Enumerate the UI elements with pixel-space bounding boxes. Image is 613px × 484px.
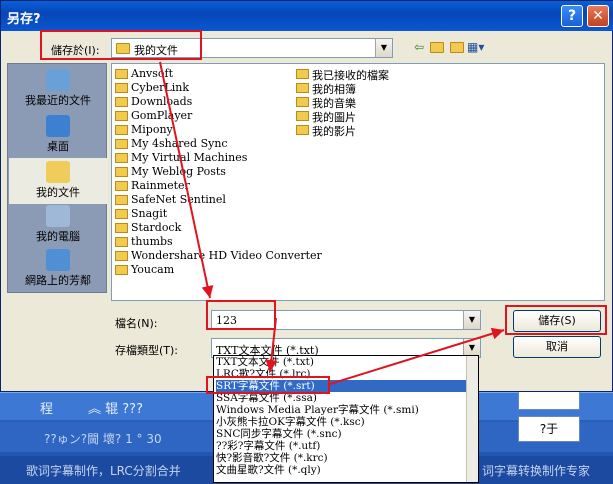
up-folder-icon[interactable]: [429, 39, 445, 55]
folder-icon: [115, 251, 128, 261]
help-button[interactable]: ?: [561, 5, 583, 27]
folder-icon: [296, 69, 309, 79]
options-scrollbar[interactable]: [466, 356, 478, 482]
background-text: ︽ 辊 ???: [88, 402, 143, 417]
filetype-label: 存檔類型(T):: [115, 344, 179, 357]
folder-name: My Virtual Machines: [131, 151, 248, 164]
place-desktop[interactable]: 桌面: [9, 112, 107, 158]
place-label: 網路上的芳鄰: [25, 274, 91, 287]
place-network[interactable]: 網路上的芳鄰: [9, 246, 107, 292]
filetype-option[interactable]: TXT文本文件 (*.txt): [216, 356, 468, 368]
folder-name: GomPlayer: [131, 109, 193, 122]
folder-icon: [115, 153, 128, 163]
annotation-box-save-in: [40, 30, 202, 60]
filetype-option[interactable]: SNC同步字幕文件 (*.snc): [216, 428, 468, 440]
folder-name: Downloads: [131, 95, 193, 108]
filetype-option[interactable]: ??彩?字幕文件 (*.utf): [216, 440, 468, 452]
chevron-down-icon[interactable]: ▼: [463, 311, 480, 329]
folder-icon: [115, 83, 128, 93]
filetype-option[interactable]: 快?影音歌?文件 (*.krc): [216, 452, 468, 464]
folder-name: Stardock: [131, 221, 182, 234]
folder-icon: [115, 167, 128, 177]
videos-folder-icon: [296, 125, 309, 135]
folder-name: Snagit: [131, 207, 168, 220]
place-label: 桌面: [47, 140, 69, 153]
annotation-box-srt: [206, 376, 330, 394]
pictures-folder-icon: [296, 111, 309, 121]
filetype-option[interactable]: 小灰熊卡拉OK字幕文件 (*.ksc): [216, 416, 468, 428]
annotation-box-save: [505, 305, 607, 335]
music-folder-icon: [296, 97, 309, 107]
folder-icon: [115, 195, 128, 205]
background-text: 歌词字幕制作，LRC分割合并: [26, 464, 181, 478]
recent-docs-icon: [46, 69, 70, 91]
place-my-computer[interactable]: 我的電腦: [9, 202, 107, 248]
folder-icon: [115, 209, 128, 219]
close-button[interactable]: ✕: [587, 5, 609, 27]
folder-name: CyberLink: [131, 81, 190, 94]
folder-icon: [115, 69, 128, 79]
back-icon[interactable]: ⇦: [411, 39, 427, 55]
cancel-button[interactable]: 取消: [513, 336, 601, 358]
folder-name: My Weblog Posts: [131, 165, 226, 178]
folder-name: 我的影片: [312, 125, 356, 138]
title-bar: 另存? ? ✕: [1, 1, 613, 31]
places-bar: 我最近的文件 桌面 我的文件 我的電腦 網路上的芳鄰: [7, 63, 107, 293]
photo-album-icon: [296, 83, 309, 93]
annotation-box-filename: [206, 300, 276, 330]
folder-icon: [115, 223, 128, 233]
folder-icon: [115, 125, 128, 135]
background-text: 程: [40, 402, 54, 417]
new-folder-icon[interactable]: [449, 39, 465, 55]
folder-icon: [115, 237, 128, 247]
background-text: ??ゅン?閫 壞? 1 ° 30: [44, 432, 162, 446]
place-label: 我的電腦: [36, 230, 80, 243]
filetype-option[interactable]: 文曲星歌?文件 (*.qly): [216, 464, 468, 476]
folder-name: Anvsoft: [131, 67, 174, 80]
folder-name: Mipony: [131, 123, 173, 136]
folder-name: SafeNet Sentinel: [131, 193, 226, 206]
folder-icon: [115, 139, 128, 149]
place-label: 我最近的文件: [25, 94, 91, 107]
chevron-down-icon[interactable]: ▼: [375, 39, 392, 57]
filetype-options-list[interactable]: TXT文本文件 (*.txt) LRC歌?文件 (*.lrc) SRT字幕文件 …: [213, 355, 479, 483]
my-computer-icon: [46, 205, 70, 227]
folder-name: Wondershare HD Video Converter: [131, 249, 322, 262]
dialog-title: 另存?: [7, 12, 41, 27]
background-button[interactable]: ?于: [518, 416, 580, 442]
my-documents-icon: [46, 161, 70, 183]
folder-name: My 4shared Sync: [131, 137, 228, 150]
network-icon: [46, 249, 70, 271]
folder-name: Rainmeter: [131, 179, 190, 192]
folder-icon: [115, 181, 128, 191]
background-text: 词字幕转换制作专家: [482, 464, 591, 478]
desktop-icon: [46, 115, 70, 137]
place-label: 我的文件: [36, 186, 80, 199]
folder-icon: [115, 111, 128, 121]
filename-label: 檔名(N):: [115, 317, 158, 330]
place-my-documents[interactable]: 我的文件: [9, 158, 107, 204]
folder-icon: [115, 265, 128, 275]
folder-icon: [115, 97, 128, 107]
place-recent[interactable]: 我最近的文件: [9, 66, 107, 112]
folder-name: thumbs: [131, 235, 173, 248]
folder-name: Youcam: [131, 263, 175, 276]
filetype-option[interactable]: Windows Media Player字幕文件 (*.smi): [216, 404, 468, 416]
file-list[interactable]: Anvsoft CyberLink Downloads GomPlayer Mi…: [111, 63, 605, 301]
view-menu-icon[interactable]: ▦▾: [467, 39, 484, 55]
